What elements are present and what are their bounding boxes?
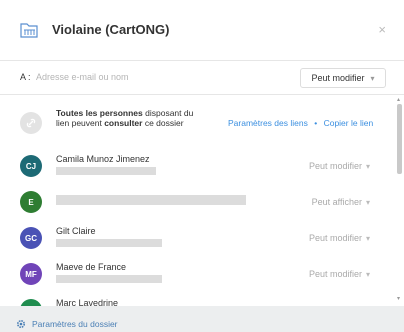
scrollbar[interactable]: ▴ ▾ xyxy=(396,96,402,302)
permission-label: Peut modifier xyxy=(308,269,362,279)
close-icon[interactable]: × xyxy=(378,22,386,37)
member-name: Marc Lavedrine xyxy=(56,298,119,306)
link-audience: Toutes les personnes xyxy=(56,108,143,118)
member-row: GC Gilt Claire Peut modifier ▾ xyxy=(0,220,394,256)
scrollbar-thumb[interactable] xyxy=(397,104,402,174)
link-settings-link[interactable]: Paramètres des liens xyxy=(228,118,308,128)
member-row: E Peut afficher ▾ xyxy=(0,184,394,220)
members-list: Toutes les personnes disposant du lien p… xyxy=(0,100,394,306)
member-permission-select[interactable]: Peut modifier ▾ xyxy=(309,161,370,171)
share-dialog: Violaine (CartONG) × A : Adresse e-mail … xyxy=(0,0,404,306)
chevron-down-icon: ▾ xyxy=(365,234,370,243)
permission-label: Peut afficher xyxy=(311,197,362,207)
member-name: Camila Munoz Jimenez xyxy=(56,154,150,164)
copy-link-button[interactable]: Copier le lien xyxy=(324,118,374,128)
redacted-email xyxy=(56,239,162,247)
link-actions: Paramètres des liens • Copier le lien xyxy=(228,118,373,128)
dialog-header: Violaine (CartONG) × xyxy=(0,0,404,61)
member-permission-select[interactable]: Peut modifier ▾ xyxy=(309,233,370,243)
member-row: MF Maeve de France Peut modifier ▾ xyxy=(0,256,394,292)
gear-icon xyxy=(16,319,26,329)
redacted-email xyxy=(56,275,162,283)
folder-settings-label: Paramètres du dossier xyxy=(32,319,118,329)
share-input-row: A : Adresse e-mail ou nom Peut modifier … xyxy=(0,60,404,95)
separator-dot: • xyxy=(314,118,318,128)
chevron-down-icon: ▾ xyxy=(370,73,375,83)
member-name: Gilt Claire xyxy=(56,226,96,236)
permission-label: Peut modifier xyxy=(311,73,365,83)
link-sharing-description: Toutes les personnes disposant du lien p… xyxy=(56,108,206,128)
member-permission-select[interactable]: Peut afficher ▾ xyxy=(312,197,370,207)
permission-label: Peut modifier xyxy=(308,233,362,243)
dialog-title: Violaine (CartONG) xyxy=(52,22,170,37)
avatar: MF xyxy=(20,263,42,285)
member-row: CJ Camila Munoz Jimenez Peut modifier ▾ xyxy=(0,148,394,184)
chevron-down-icon: ▾ xyxy=(365,270,370,279)
redacted-email xyxy=(56,167,156,175)
permission-label: Peut modifier xyxy=(308,161,362,171)
chevron-down-icon: ▾ xyxy=(365,162,370,171)
avatar: GC xyxy=(20,227,42,249)
member-name: Maeve de France xyxy=(56,262,127,272)
avatar xyxy=(20,299,42,306)
avatar: E xyxy=(20,191,42,213)
link-text-b: ce dossier xyxy=(142,118,184,128)
avatar: CJ xyxy=(20,155,42,177)
link-icon xyxy=(20,112,42,134)
share-to-label: A : xyxy=(20,72,31,82)
new-share-permission-select[interactable]: Peut modifier ▾ xyxy=(300,68,386,88)
link-access-level: consulter xyxy=(104,118,143,128)
redacted-email xyxy=(56,195,246,205)
link-sharing-row: Toutes les personnes disposant du lien p… xyxy=(0,104,394,144)
chevron-down-icon: ▾ xyxy=(365,198,370,207)
folder-shared-icon xyxy=(20,22,38,38)
folder-settings-link[interactable]: Paramètres du dossier xyxy=(16,319,118,329)
share-email-input[interactable]: Adresse e-mail ou nom xyxy=(36,72,129,82)
member-permission-select[interactable]: Peut modifier ▾ xyxy=(309,269,370,279)
member-row: Marc Lavedrine xyxy=(0,292,394,306)
